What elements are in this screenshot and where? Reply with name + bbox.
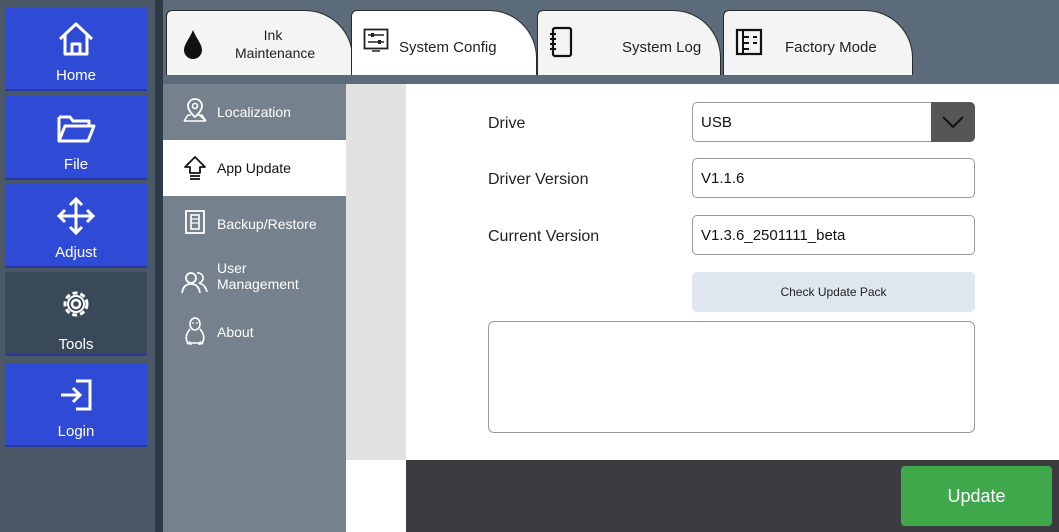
nav-tools-button[interactable]: Tools (5, 272, 147, 356)
move-icon (5, 194, 147, 238)
update-log-textarea[interactable] (488, 321, 975, 433)
tab-system-log[interactable]: System Log (537, 10, 721, 75)
location-pin-icon (181, 96, 209, 124)
tab-system-config-label: System Config (399, 39, 497, 56)
current-version-label: Current Version (488, 228, 600, 245)
folder-icon (5, 106, 147, 150)
subnav-backup-restore-label: Backup/Restore (217, 216, 317, 232)
sub-nav: Localization App Update Backup/Restore U… (163, 84, 346, 532)
subnav-user-management[interactable]: User Management (163, 252, 346, 312)
factory-icon (734, 27, 764, 57)
subnav-localization-label: Localization (217, 104, 291, 120)
driver-version-label: Driver Version (488, 171, 589, 188)
subnav-localization[interactable]: Localization (163, 84, 346, 140)
drive-select[interactable]: USB (692, 102, 975, 142)
ink-drop-icon (181, 27, 205, 61)
nav-separator (155, 0, 163, 532)
subnav-app-update[interactable]: App Update (163, 140, 346, 196)
tab-strip: Ink Maintenance System Config System Log… (163, 0, 1059, 84)
tab-ink-maintenance-label-line2: Maintenance (235, 45, 316, 61)
nav-file-button[interactable]: File (5, 96, 147, 180)
upload-arrow-icon (181, 154, 209, 182)
tab-factory-mode[interactable]: Factory Mode (723, 10, 913, 75)
nav-home-label: Home (55, 67, 96, 84)
subnav-backup-restore[interactable]: Backup/Restore (163, 196, 346, 252)
update-button[interactable]: Update (901, 466, 1052, 526)
nav-tools-label: Tools (58, 336, 94, 353)
subnav-user-management-line1: User (217, 260, 247, 276)
gear-icon (5, 282, 147, 326)
nav-login-button[interactable]: Login (5, 363, 147, 447)
backup-icon (181, 208, 209, 236)
subnav-about-label: About (217, 324, 254, 340)
subnav-app-update-label: App Update (217, 160, 291, 176)
sliders-icon (362, 27, 390, 55)
tab-ink-maintenance[interactable]: Ink Maintenance (166, 10, 353, 75)
drive-select-value: USB (701, 113, 732, 131)
tab-factory-mode-label: Factory Mode (785, 39, 877, 56)
drive-dropdown-button[interactable] (931, 102, 975, 142)
nav-adjust-label: Adjust (55, 244, 97, 261)
driver-version-value: V1.1.6 (701, 169, 745, 187)
drive-label: Drive (488, 115, 526, 132)
tab-ink-maintenance-label-line1: Ink (263, 27, 283, 43)
home-icon (5, 17, 147, 61)
users-icon (181, 268, 209, 296)
content-gutter (346, 84, 406, 460)
subnav-user-management-line2: Management (217, 276, 299, 292)
nav-login-label: Login (57, 423, 95, 440)
tab-system-config[interactable]: System Config (351, 10, 537, 75)
check-update-pack-button[interactable]: Check Update Pack (692, 272, 975, 312)
chevron-down-icon (942, 116, 964, 129)
notebook-icon (546, 25, 576, 59)
current-version-field: V1.3.6_2501111_beta (692, 215, 975, 255)
current-version-value: V1.3.6_2501111_beta (701, 226, 846, 244)
left-nav: Home File Adjust Tools Login (0, 0, 155, 532)
nav-home-button[interactable]: Home (5, 7, 147, 91)
driver-version-field: V1.1.6 (692, 158, 975, 198)
linux-icon (181, 317, 209, 346)
nav-adjust-button[interactable]: Adjust (5, 184, 147, 268)
tab-system-log-label: System Log (622, 39, 702, 56)
subnav-about[interactable]: About (163, 316, 346, 372)
nav-file-label: File (63, 156, 89, 173)
login-icon (5, 373, 147, 417)
